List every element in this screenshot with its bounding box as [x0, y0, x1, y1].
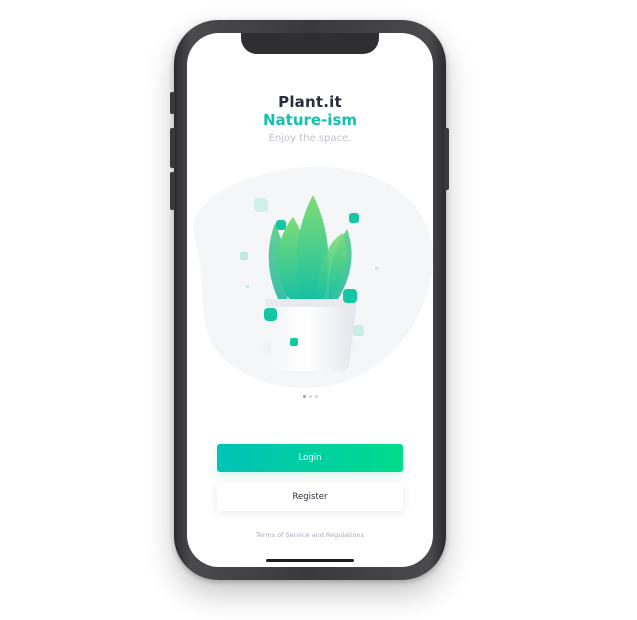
app-subtitle: Nature-ism	[262, 111, 358, 129]
floating-square	[276, 220, 286, 230]
silent-switch	[170, 92, 175, 114]
pagination-dot[interactable]	[315, 395, 318, 398]
app-title: Plant.it	[278, 93, 342, 111]
pagination-dot-active[interactable]	[303, 395, 306, 398]
floating-square	[343, 289, 357, 303]
home-indicator	[266, 559, 354, 562]
floating-square	[375, 267, 378, 270]
volume-down-button	[170, 172, 175, 210]
floating-square	[246, 285, 249, 288]
app-tagline: Enjoy the space.	[268, 133, 352, 144]
volume-up-button	[170, 128, 175, 168]
floating-square	[264, 308, 277, 321]
phone-screen: Plant.it Nature-ism Enjoy the space. Log…	[187, 33, 433, 567]
terms-link[interactable]: Terms of Service and Regulations	[187, 531, 433, 539]
pot	[265, 299, 357, 371]
register-button[interactable]: Register	[217, 483, 403, 511]
floating-square	[240, 252, 248, 260]
pagination-dots	[303, 395, 318, 398]
floating-square	[353, 325, 364, 336]
pagination-dot[interactable]	[309, 395, 312, 398]
floating-square	[254, 198, 268, 212]
login-button[interactable]: Login	[217, 444, 403, 472]
power-button	[444, 128, 449, 190]
floating-square	[349, 213, 359, 223]
notch	[241, 33, 379, 54]
plant-pot-illustration	[193, 166, 433, 388]
floating-square	[290, 338, 298, 346]
